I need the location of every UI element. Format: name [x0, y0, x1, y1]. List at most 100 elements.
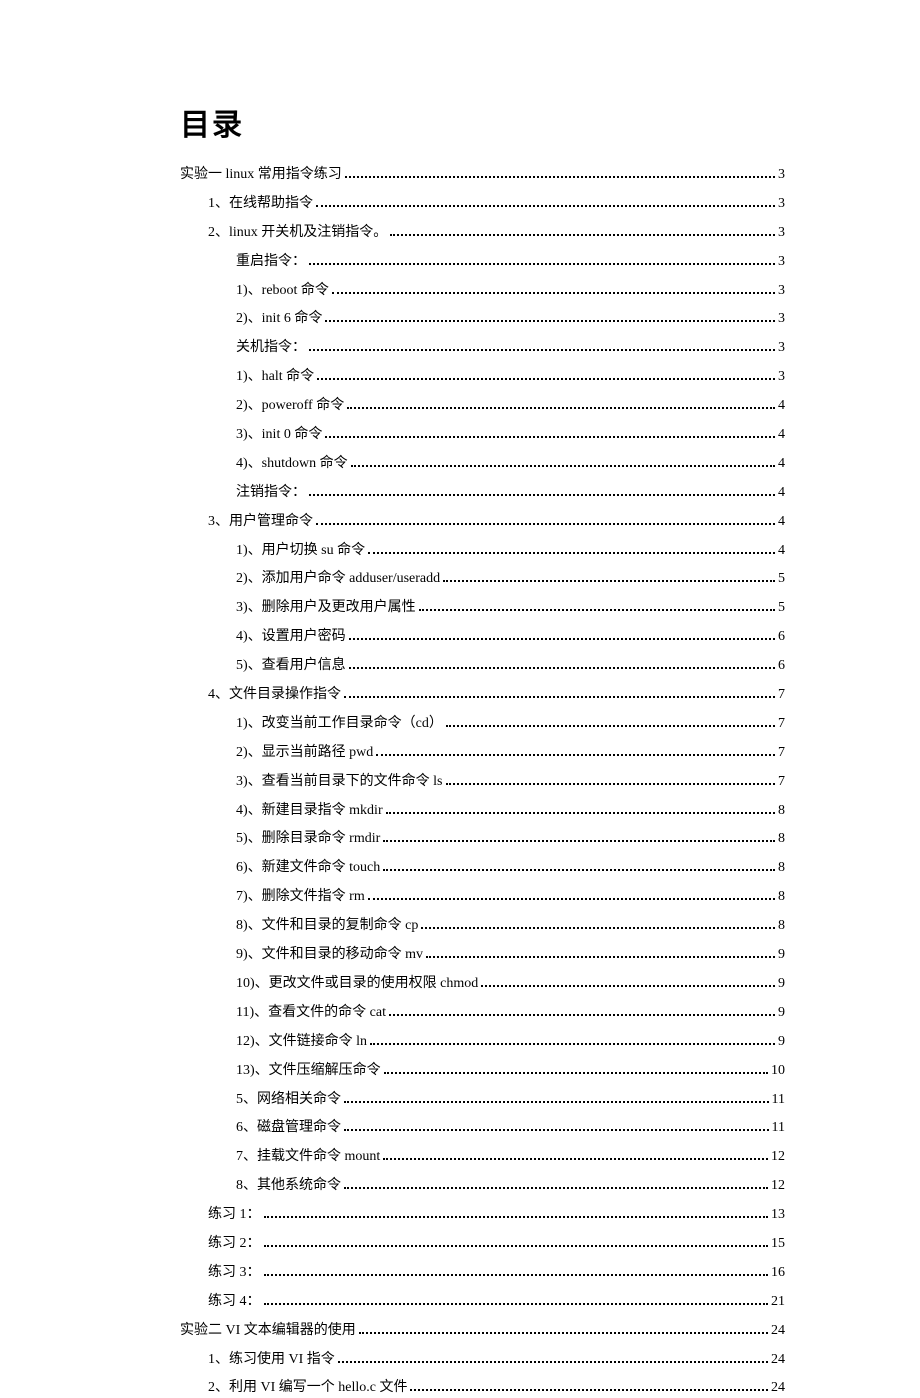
toc-entry-label: 关机指令： — [236, 339, 306, 358]
toc-entry-page: 3 — [778, 224, 785, 243]
toc-leader-dots — [344, 1101, 769, 1103]
toc-entry: 实验一 linux 常用指令练习3 — [180, 166, 785, 185]
toc-entry-label: 练习 2： — [208, 1235, 261, 1254]
toc-entry-page: 8 — [778, 917, 785, 936]
toc-entry: 13)、文件压缩解压命令10 — [180, 1062, 785, 1081]
toc-leader-dots — [347, 407, 775, 409]
toc-entry: 2)、init 6 命令3 — [180, 310, 785, 329]
toc-entry-label: 6、磁盘管理命令 — [236, 1119, 341, 1138]
toc-entry-page: 24 — [771, 1379, 785, 1398]
toc-entry-label: 8)、文件和目录的复制命令 cp — [236, 917, 418, 936]
toc-entry-page: 5 — [778, 570, 785, 589]
toc-entry-label: 1)、改变当前工作目录命令（cd） — [236, 715, 443, 734]
toc-entry: 1)、改变当前工作目录命令（cd）7 — [180, 715, 785, 734]
toc-entry-label: 5)、查看用户信息 — [236, 657, 346, 676]
toc-entry-page: 7 — [778, 773, 785, 792]
toc-entry-page: 3 — [778, 253, 785, 272]
toc-entry-page: 11 — [772, 1091, 785, 1110]
toc-entry-page: 9 — [778, 1033, 785, 1052]
toc-entry-label: 8、其他系统命令 — [236, 1177, 341, 1196]
toc-entry: 练习 2：15 — [180, 1235, 785, 1254]
toc-leader-dots — [351, 465, 775, 467]
toc-heading: 目录 — [180, 100, 785, 144]
toc-leader-dots — [383, 840, 775, 842]
toc-entry-label: 4、文件目录操作指令 — [208, 686, 341, 705]
toc-entry-page: 12 — [771, 1148, 785, 1167]
toc-leader-dots — [264, 1274, 769, 1276]
toc-entry-label: 3)、init 0 命令 — [236, 426, 322, 445]
toc-entry: 7、挂载文件命令 mount12 — [180, 1148, 785, 1167]
toc-entry-label: 2、linux 开关机及注销指令。 — [208, 224, 387, 243]
toc-entry: 2)、显示当前路径 pwd7 — [180, 744, 785, 763]
toc-entry: 关机指令： 3 — [180, 339, 785, 358]
toc-entry-label: 练习 3： — [208, 1264, 261, 1283]
toc-entry-label: 3)、查看当前目录下的文件命令 ls — [236, 773, 443, 792]
toc-leader-dots — [264, 1216, 769, 1218]
toc-leader-dots — [344, 1187, 768, 1189]
toc-entry-page: 4 — [778, 455, 785, 474]
toc-entry-page: 3 — [778, 282, 785, 301]
toc-entry-label: 实验二 VI 文本编辑器的使用 — [180, 1322, 356, 1341]
toc-list: 实验一 linux 常用指令练习31、在线帮助指令32、linux 开关机及注销… — [180, 166, 785, 1398]
toc-leader-dots — [349, 638, 775, 640]
toc-entry-page: 7 — [778, 744, 785, 763]
toc-entry-page: 5 — [778, 599, 785, 618]
toc-entry: 重启指令： 3 — [180, 253, 785, 272]
toc-entry-page: 3 — [778, 195, 785, 214]
toc-leader-dots — [446, 783, 776, 785]
toc-leader-dots — [332, 292, 775, 294]
toc-leader-dots — [316, 523, 775, 525]
toc-leader-dots — [368, 552, 775, 554]
toc-entry: 2)、poweroff 命令4 — [180, 397, 785, 416]
toc-entry-page: 7 — [778, 686, 785, 705]
toc-entry-label: 9)、文件和目录的移动命令 mv — [236, 946, 423, 965]
toc-entry-label: 12)、文件链接命令 ln — [236, 1033, 367, 1052]
toc-entry-page: 4 — [778, 484, 785, 503]
toc-entry-page: 9 — [778, 946, 785, 965]
toc-entry-page: 3 — [778, 310, 785, 329]
toc-entry-label: 重启指令： — [236, 253, 306, 272]
toc-entry-page: 10 — [771, 1062, 785, 1081]
toc-leader-dots — [389, 1014, 775, 1016]
toc-entry-label: 4)、设置用户密码 — [236, 628, 346, 647]
toc-entry-label: 1)、用户切换 su 命令 — [236, 542, 365, 561]
toc-leader-dots — [383, 869, 775, 871]
toc-entry-page: 24 — [771, 1351, 785, 1370]
toc-leader-dots — [383, 1158, 768, 1160]
toc-entry-page: 16 — [771, 1264, 785, 1283]
toc-leader-dots — [481, 985, 775, 987]
toc-leader-dots — [426, 956, 775, 958]
toc-leader-dots — [264, 1303, 769, 1305]
toc-entry: 3)、查看当前目录下的文件命令 ls 7 — [180, 773, 785, 792]
document-page: 目录 实验一 linux 常用指令练习31、在线帮助指令32、linux 开关机… — [0, 0, 920, 1302]
toc-entry: 练习 3： 16 — [180, 1264, 785, 1283]
toc-entry: 5)、删除目录命令 rmdir8 — [180, 830, 785, 849]
toc-entry-page: 3 — [778, 339, 785, 358]
toc-entry-page: 3 — [778, 166, 785, 185]
toc-entry-label: 2)、poweroff 命令 — [236, 397, 344, 416]
toc-entry-page: 9 — [778, 1004, 785, 1023]
toc-entry-label: 4)、新建目录指令 mkdir — [236, 802, 383, 821]
toc-entry: 8、其他系统命令12 — [180, 1177, 785, 1196]
toc-leader-dots — [317, 378, 775, 380]
toc-leader-dots — [419, 609, 775, 611]
toc-leader-dots — [316, 205, 775, 207]
toc-entry-label: 11)、查看文件的命令 cat — [236, 1004, 386, 1023]
toc-entry-page: 8 — [778, 888, 785, 907]
toc-entry: 4)、shutdown 命令4 — [180, 455, 785, 474]
toc-entry-label: 1、练习使用 VI 指令 — [208, 1351, 335, 1370]
toc-entry: 6)、新建文件命令 touch8 — [180, 859, 785, 878]
toc-entry-label: 3)、删除用户及更改用户属性 — [236, 599, 416, 618]
toc-entry-page: 6 — [778, 657, 785, 676]
toc-leader-dots — [264, 1245, 769, 1247]
toc-entry-page: 8 — [778, 859, 785, 878]
toc-entry-label: 2)、添加用户命令 adduser/useradd — [236, 570, 440, 589]
toc-entry-label: 练习 4： — [208, 1293, 261, 1312]
toc-entry: 3、用户管理命令4 — [180, 513, 785, 532]
toc-entry: 1)、reboot 命令3 — [180, 282, 785, 301]
toc-entry-page: 4 — [778, 513, 785, 532]
toc-leader-dots — [309, 349, 775, 351]
toc-entry-page: 3 — [778, 368, 785, 387]
toc-entry-page: 4 — [778, 426, 785, 445]
toc-leader-dots — [309, 494, 775, 496]
